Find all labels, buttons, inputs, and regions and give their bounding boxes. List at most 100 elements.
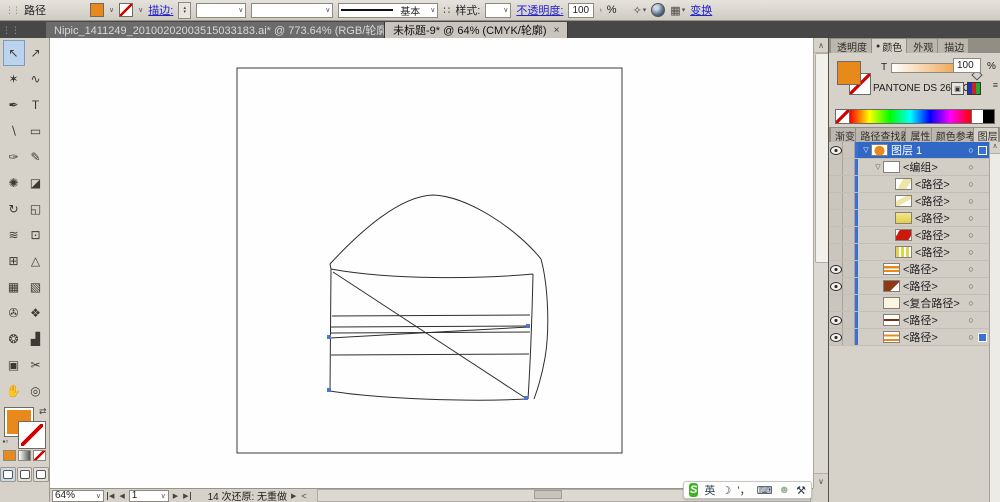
lock-toggle[interactable] bbox=[843, 329, 855, 345]
selection-tool[interactable]: ↖ bbox=[3, 40, 25, 66]
first-artboard-button[interactable]: ◀ bbox=[107, 492, 115, 500]
visibility-toggle[interactable] bbox=[829, 159, 843, 175]
expand-triangle-icon[interactable]: ▽ bbox=[873, 163, 883, 171]
layer-thumbnail[interactable] bbox=[883, 263, 900, 275]
prev-artboard-button[interactable]: ◀ bbox=[118, 492, 125, 500]
layer-row[interactable]: <路径> ○ bbox=[829, 210, 989, 227]
gradient-tool[interactable]: ▧ bbox=[25, 274, 47, 300]
rectangle-tool[interactable]: ▭ bbox=[25, 118, 47, 144]
target-circle[interactable]: ○ bbox=[964, 332, 978, 342]
layer-row[interactable]: ▽ <编组> ○ bbox=[829, 159, 989, 176]
lasso-tool[interactable]: ∿ bbox=[25, 66, 47, 92]
blend-tool[interactable]: ❖ bbox=[25, 300, 47, 326]
stroke-weight-combo[interactable]: ∨ bbox=[196, 3, 246, 18]
layer-label[interactable]: <编组> bbox=[903, 159, 938, 175]
panel-tab[interactable]: 属性 bbox=[906, 128, 930, 142]
layer-thumbnail[interactable] bbox=[883, 331, 900, 343]
layer-row[interactable]: <路径> ○ bbox=[829, 244, 989, 261]
layer-label[interactable]: <复合路径> bbox=[903, 295, 960, 311]
width-tool[interactable]: ≋ bbox=[3, 222, 25, 248]
panel-tab[interactable]: ● 颜色 bbox=[872, 39, 906, 53]
lock-toggle[interactable] bbox=[843, 142, 855, 158]
hscroll-thumb[interactable] bbox=[534, 490, 562, 499]
canvas[interactable] bbox=[50, 38, 813, 488]
toolbox-wrench-icon[interactable]: ⚒ bbox=[796, 484, 806, 497]
scroll-left-icon[interactable]: < bbox=[300, 491, 307, 501]
fullwidth-moon-icon[interactable]: ☽ bbox=[721, 484, 731, 497]
draw-normal-button[interactable] bbox=[0, 467, 16, 482]
layer-thumbnail[interactable] bbox=[883, 280, 900, 292]
layer-label[interactable]: <路径> bbox=[903, 261, 938, 277]
visibility-toggle[interactable] bbox=[829, 278, 843, 294]
visibility-toggle[interactable] bbox=[829, 227, 843, 243]
target-circle[interactable]: ○ bbox=[964, 213, 978, 223]
layer-row[interactable]: <路径> ○ bbox=[829, 278, 989, 295]
anchor-point[interactable] bbox=[526, 324, 530, 328]
swap-fill-stroke-icon[interactable]: ⇄ bbox=[39, 406, 47, 417]
lock-toggle[interactable] bbox=[843, 176, 855, 192]
spectrum-none-swatch[interactable] bbox=[836, 110, 850, 123]
spectrum-ramp[interactable] bbox=[850, 110, 971, 123]
visibility-toggle[interactable] bbox=[829, 261, 843, 277]
cake-layer-line-1[interactable] bbox=[332, 315, 530, 316]
lock-toggle[interactable] bbox=[843, 210, 855, 226]
document-tab[interactable]: Nipic_1411249_20100202003515033183.ai* @… bbox=[46, 22, 385, 38]
scroll-down-icon[interactable]: ∨ bbox=[814, 473, 828, 488]
spectrum-white-swatch[interactable] bbox=[971, 110, 983, 123]
target-circle[interactable]: ○ bbox=[964, 315, 978, 325]
eraser-tool[interactable]: ◪ bbox=[25, 170, 47, 196]
cake-front-left-path[interactable] bbox=[330, 269, 331, 391]
scroll-up-icon[interactable]: ∧ bbox=[814, 38, 828, 53]
transform-link[interactable]: 变换 bbox=[690, 2, 712, 18]
panel-tab[interactable]: 渐变 bbox=[831, 128, 855, 142]
layer-thumbnail[interactable] bbox=[883, 314, 900, 326]
layer-thumbnail[interactable] bbox=[895, 178, 912, 190]
eyedropper-tool[interactable]: ✇ bbox=[3, 300, 25, 326]
layer-row[interactable]: <复合路径> ○ bbox=[829, 295, 989, 312]
punctuation-icon[interactable]: ’， bbox=[737, 482, 750, 498]
opacity-input[interactable]: 100 bbox=[568, 3, 594, 18]
visibility-toggle[interactable] bbox=[829, 193, 843, 209]
perspective-grid-tool[interactable]: △ bbox=[25, 248, 47, 274]
lock-toggle[interactable] bbox=[843, 312, 855, 328]
layer-row[interactable]: <路径> ○ bbox=[829, 312, 989, 329]
artboard-tool[interactable]: ▣ bbox=[3, 352, 25, 378]
status-expand-icon[interactable]: ▶ bbox=[290, 492, 297, 500]
layer-thumbnail[interactable] bbox=[895, 212, 912, 224]
out-of-gamut-icon[interactable] bbox=[967, 82, 981, 95]
default-fill-stroke-icon[interactable]: ▪▫ bbox=[3, 437, 9, 446]
target-circle[interactable]: ○ bbox=[964, 264, 978, 274]
zoom-tool[interactable]: ◎ bbox=[25, 378, 47, 404]
cake-tip-path[interactable] bbox=[330, 264, 331, 269]
hand-tool[interactable]: ✋ bbox=[3, 378, 25, 404]
target-circle[interactable]: ○ bbox=[964, 179, 978, 189]
visibility-toggle[interactable] bbox=[829, 295, 843, 311]
panel-tab[interactable]: 外观 bbox=[907, 39, 937, 53]
target-circle[interactable]: ○ bbox=[964, 196, 978, 206]
lock-toggle[interactable] bbox=[843, 295, 855, 311]
line-tool[interactable]: ∖ bbox=[3, 118, 25, 144]
anchor-point[interactable] bbox=[524, 396, 528, 400]
pencil-tool[interactable]: ✎ bbox=[25, 144, 47, 170]
gradient-button[interactable] bbox=[18, 450, 31, 461]
layer-row[interactable]: <路径> ○ bbox=[829, 227, 989, 244]
direct-selection-tool[interactable]: ↗ bbox=[25, 40, 47, 66]
cake-front-top-path[interactable] bbox=[331, 269, 533, 278]
layer-label[interactable]: <路径> bbox=[903, 329, 938, 345]
visibility-toggle[interactable] bbox=[829, 329, 843, 345]
align-options-icon[interactable]: ▦▾ bbox=[670, 4, 685, 17]
panel-tab[interactable]: 描边 bbox=[938, 39, 968, 53]
visibility-toggle[interactable] bbox=[829, 244, 843, 260]
vertical-scrollbar[interactable]: ∧ ∨ bbox=[813, 38, 828, 488]
layer-label[interactable]: <路径> bbox=[915, 227, 950, 243]
expand-triangle-icon[interactable]: ▽ bbox=[861, 146, 871, 154]
slice-tool[interactable]: ✂ bbox=[25, 352, 47, 378]
visibility-toggle[interactable] bbox=[829, 312, 843, 328]
brush-definition-combo[interactable]: 基本 ∨ bbox=[338, 3, 438, 18]
layer-row[interactable]: <路径> ○ bbox=[829, 261, 989, 278]
user-icon[interactable]: ☻ bbox=[779, 484, 791, 496]
symbol-sprayer-tool[interactable]: ❂ bbox=[3, 326, 25, 352]
stroke-swatch[interactable] bbox=[19, 422, 45, 448]
cake-front-right-path[interactable] bbox=[528, 274, 533, 399]
layer-row[interactable]: <路径> ○ bbox=[829, 329, 989, 346]
